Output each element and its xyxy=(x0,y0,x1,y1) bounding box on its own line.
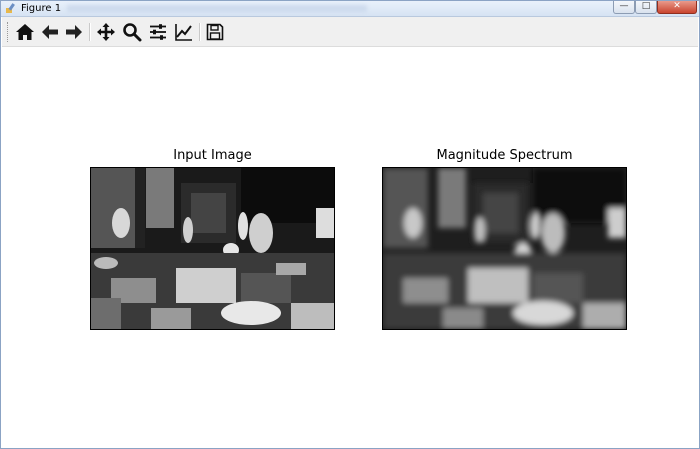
input-image-picture xyxy=(91,168,334,329)
app-icon xyxy=(6,3,15,13)
navigation-toolbar xyxy=(2,17,698,47)
pan-icon xyxy=(97,23,115,41)
pan-button[interactable] xyxy=(96,22,116,42)
magnitude-spectrum-picture xyxy=(383,168,626,329)
window-title: Figure 1 xyxy=(21,3,62,14)
left-axes-title: Input Image xyxy=(173,148,252,163)
title-bar[interactable]: Figure 1 — □ ✕ xyxy=(1,1,699,17)
minimize-icon: — xyxy=(619,1,629,11)
close-icon: ✕ xyxy=(673,1,681,11)
minimize-button[interactable]: — xyxy=(613,1,635,14)
home-button[interactable] xyxy=(15,22,35,42)
magnitude-spectrum-image[interactable] xyxy=(382,167,627,330)
toolbar-separator xyxy=(199,23,201,41)
maximize-button[interactable]: □ xyxy=(635,1,657,14)
save-button[interactable] xyxy=(205,22,225,42)
window-path-blurred xyxy=(67,5,367,12)
zoom-icon xyxy=(123,23,142,42)
edit-axes-icon xyxy=(175,24,192,41)
figure-canvas[interactable]: Input Image Magnitude Spectrum xyxy=(2,47,698,448)
figure-window: Figure 1 — □ ✕ Input Image Magnitude Spe… xyxy=(0,0,700,449)
maximize-icon: □ xyxy=(641,1,651,11)
toolbar-grip[interactable] xyxy=(7,22,11,42)
close-button[interactable]: ✕ xyxy=(657,1,697,14)
forward-icon xyxy=(66,25,82,39)
home-icon xyxy=(16,24,34,40)
toolbar-separator xyxy=(89,23,91,41)
configure-subplots-button[interactable] xyxy=(148,22,168,42)
edit-axes-button[interactable] xyxy=(174,22,194,42)
back-icon xyxy=(42,25,58,39)
back-button[interactable] xyxy=(40,22,60,42)
right-axes-title: Magnitude Spectrum xyxy=(436,148,573,163)
zoom-button[interactable] xyxy=(122,22,142,42)
save-icon xyxy=(206,23,224,41)
input-image[interactable] xyxy=(90,167,335,330)
forward-button[interactable] xyxy=(64,22,84,42)
configure-subplots-icon xyxy=(150,24,166,40)
